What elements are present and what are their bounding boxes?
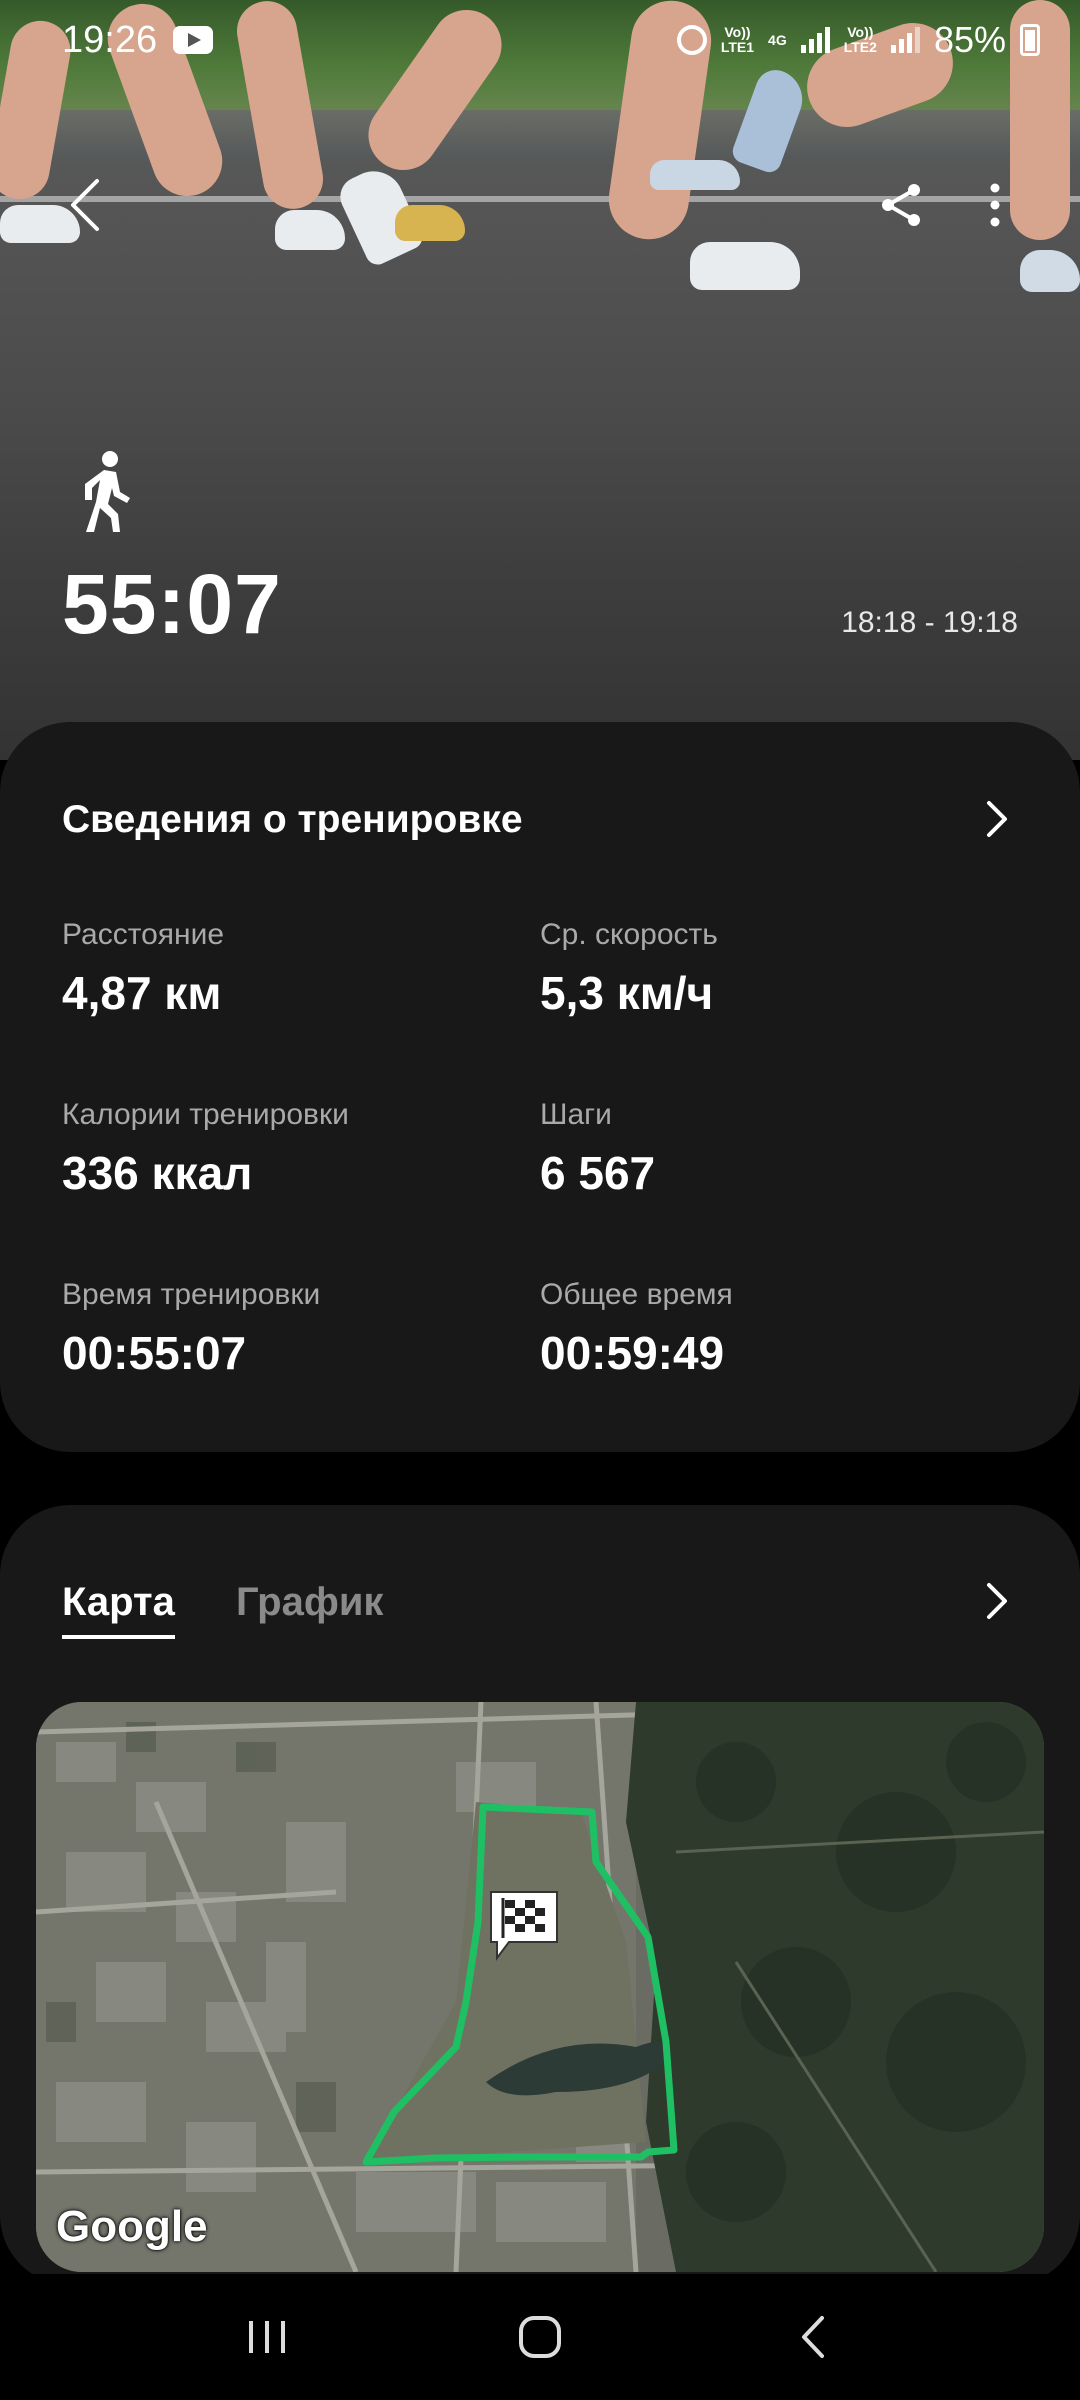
workout-details-title: Сведения о тренировке <box>62 798 523 841</box>
share-icon <box>882 184 920 226</box>
tab-map[interactable]: Карта <box>62 1580 175 1639</box>
system-navigation-bar <box>0 2274 1080 2400</box>
back-icon <box>802 2316 825 2358</box>
chevron-right-icon <box>987 801 1007 837</box>
status-bar: 19:26 Vo)) LTE1 4G Vo)) LTE2 85% <box>0 0 1080 80</box>
signal-icon <box>800 27 830 53</box>
route-map[interactable]: Google <box>36 1702 1044 2272</box>
share-button[interactable] <box>866 170 936 240</box>
runner-shoe <box>1020 250 1080 292</box>
workout-details-open-button[interactable] <box>972 794 1022 844</box>
calories-label: Калории тренировки <box>62 1098 349 1131</box>
volte1-indicator: Vo)) LTE1 <box>720 24 755 55</box>
steps-value: 6 567 <box>540 1147 656 1199</box>
map-open-button[interactable] <box>972 1576 1022 1626</box>
header-photo: 19:26 Vo)) LTE1 4G Vo)) LTE2 85% 55:07 1… <box>0 0 1080 760</box>
avg-speed-value: 5,3 км/ч <box>540 967 714 1019</box>
tab-chart[interactable]: График <box>236 1580 383 1635</box>
system-back-button[interactable] <box>773 2297 853 2377</box>
youtube-notification-icon <box>173 26 214 54</box>
distance-value: 4,87 км <box>62 967 222 1019</box>
workout-duration: 55:07 <box>62 557 282 651</box>
google-attribution: Google <box>56 2202 208 2251</box>
battery-icon <box>1020 24 1040 56</box>
steps-label: Шаги <box>540 1098 612 1131</box>
battery-percent: 85% <box>933 19 1006 60</box>
home-button[interactable] <box>500 2297 580 2377</box>
total-time-label: Общее время <box>540 1278 733 1311</box>
runner-shoe <box>395 205 465 241</box>
volte2-indicator: Vo)) LTE2 <box>843 24 877 55</box>
workout-time-label: Время тренировки <box>62 1278 321 1311</box>
calories-value: 336 ккал <box>62 1147 253 1199</box>
recent-apps-icon <box>248 2321 285 2353</box>
walking-icon <box>85 451 130 532</box>
home-icon <box>518 2316 561 2358</box>
more-options-button[interactable] <box>960 170 1030 240</box>
network-type: 4G <box>768 31 787 48</box>
workout-time-value: 00:55:07 <box>62 1327 247 1379</box>
total-time-value: 00:59:49 <box>540 1327 725 1379</box>
runner-shoe <box>650 160 740 190</box>
chevron-left-icon <box>71 179 99 231</box>
back-button[interactable] <box>50 170 120 240</box>
signal-icon <box>890 27 920 53</box>
runner-shoe <box>275 210 345 250</box>
clock: 19:26 <box>62 18 158 61</box>
workout-time-range: 18:18 - 19:18 <box>841 606 1018 639</box>
runner-shoe <box>690 242 800 290</box>
satellite-map-image <box>36 1702 1044 2272</box>
alarm-icon <box>676 25 707 55</box>
chevron-right-icon <box>987 1583 1007 1619</box>
distance-label: Расстояние <box>62 918 225 951</box>
recent-apps-button[interactable] <box>227 2297 307 2377</box>
avg-speed-label: Ср. скорость <box>540 918 718 951</box>
more-vertical-icon <box>990 183 1000 227</box>
